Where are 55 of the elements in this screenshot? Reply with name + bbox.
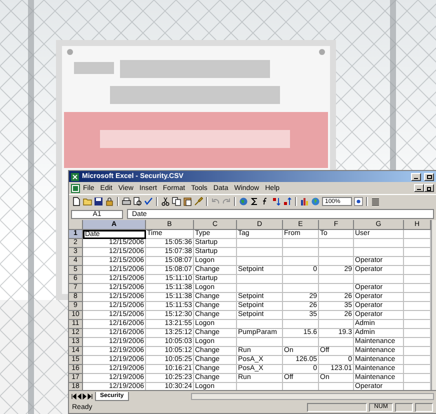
empty-cell bbox=[237, 248, 283, 257]
empty-cell bbox=[283, 338, 319, 347]
empty-cell bbox=[283, 239, 319, 248]
brush-icon[interactable] bbox=[194, 197, 203, 206]
empty-cell bbox=[237, 239, 283, 248]
minimize-button[interactable] bbox=[411, 172, 421, 180]
vertical-scrollbar[interactable] bbox=[431, 220, 436, 390]
align-icon[interactable] bbox=[371, 197, 380, 206]
printer-icon[interactable] bbox=[122, 197, 131, 206]
save-icon[interactable] bbox=[94, 197, 103, 206]
restore-button[interactable] bbox=[424, 184, 434, 192]
empty-cell bbox=[237, 275, 283, 284]
status-pane bbox=[415, 402, 433, 412]
empty-cell bbox=[283, 257, 319, 266]
empty-cell bbox=[319, 320, 354, 329]
copy-icon[interactable] bbox=[172, 197, 181, 206]
sheet-navigation-icon[interactable] bbox=[71, 392, 93, 400]
maximize-button[interactable] bbox=[424, 172, 434, 180]
clipboard-icon[interactable] bbox=[183, 197, 192, 206]
lock-icon[interactable] bbox=[105, 197, 114, 206]
empty-cell bbox=[319, 338, 354, 347]
empty-cell bbox=[283, 248, 319, 257]
empty-cell bbox=[354, 248, 404, 257]
minimize-icon bbox=[416, 186, 422, 190]
empty-cell bbox=[283, 275, 319, 284]
sort-ascending-icon[interactable] bbox=[272, 197, 281, 206]
empty-cell bbox=[319, 239, 354, 248]
empty-cell bbox=[319, 248, 354, 257]
maximize-icon bbox=[426, 174, 432, 178]
empty-cell bbox=[237, 320, 283, 329]
select-all-corner[interactable] bbox=[69, 220, 83, 230]
preview-icon[interactable] bbox=[133, 197, 142, 206]
empty-cell bbox=[237, 284, 283, 293]
empty-cell bbox=[237, 338, 283, 347]
minimize-button[interactable] bbox=[414, 184, 424, 192]
sort-descending-icon[interactable] bbox=[283, 197, 292, 206]
sigma-icon[interactable] bbox=[250, 197, 259, 206]
new-file-icon[interactable] bbox=[72, 197, 81, 206]
empty-cell bbox=[319, 284, 354, 293]
spellcheck-icon[interactable] bbox=[144, 197, 153, 206]
status-pane bbox=[395, 402, 413, 412]
empty-cell bbox=[283, 284, 319, 293]
empty-cell bbox=[354, 239, 404, 248]
empty-cell bbox=[319, 275, 354, 284]
empty-cell bbox=[319, 257, 354, 266]
status-pane bbox=[307, 402, 367, 412]
horizontal-scrollbar[interactable] bbox=[190, 392, 434, 400]
bar-chart-icon[interactable] bbox=[300, 197, 309, 206]
empty-cell bbox=[354, 275, 404, 284]
spreadsheet-icon bbox=[71, 172, 79, 180]
empty-cell bbox=[283, 320, 319, 329]
restore-icon bbox=[426, 186, 432, 190]
empty-cell bbox=[237, 257, 283, 266]
workbook-icon[interactable] bbox=[71, 184, 80, 192]
scissors-icon[interactable] bbox=[161, 197, 170, 206]
